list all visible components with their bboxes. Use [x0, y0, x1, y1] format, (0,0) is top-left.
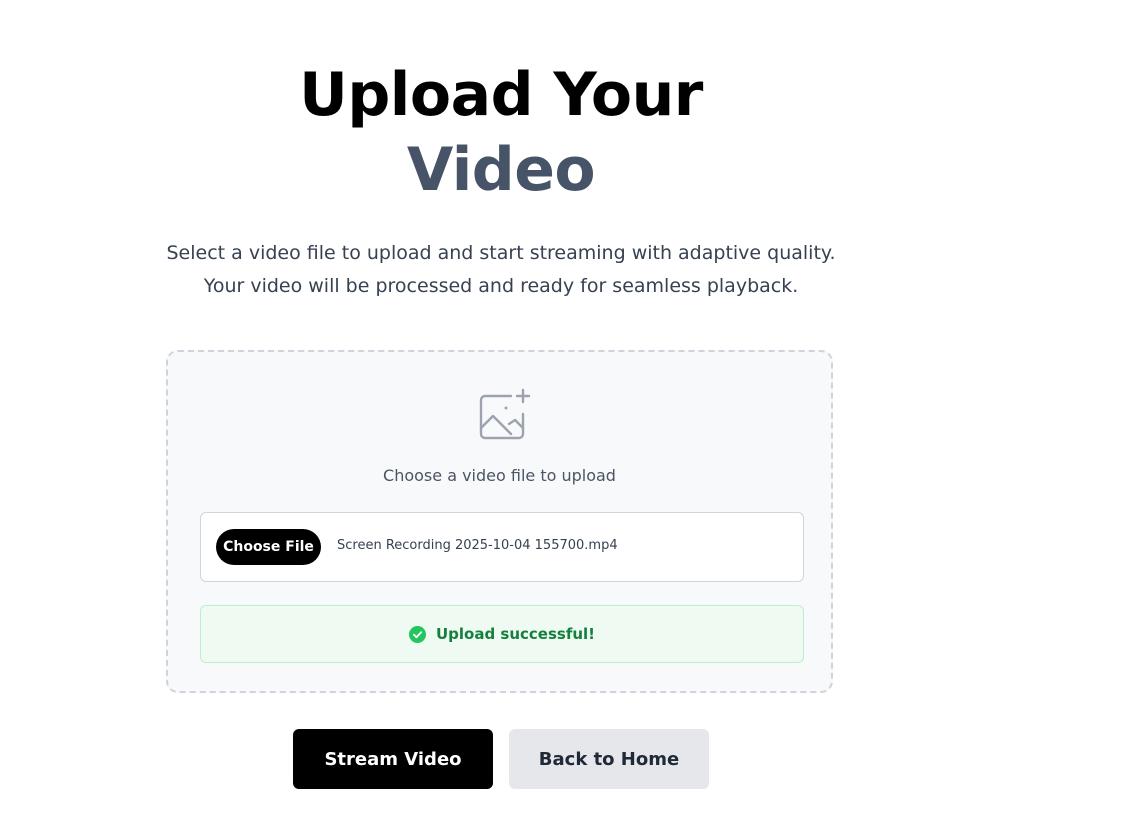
- upload-status-banner: Upload successful!: [200, 605, 804, 663]
- image-plus-icon: [479, 388, 531, 440]
- dropzone-prompt: Choose a video file to upload: [383, 466, 616, 485]
- back-to-home-button[interactable]: Back to Home: [509, 729, 709, 789]
- upload-page: Upload Your Video Select a video file to…: [0, 0, 1122, 837]
- upload-dropzone[interactable]: Choose a video file to upload Choose Fil…: [166, 350, 833, 693]
- page-description: Select a video file to upload and start …: [166, 242, 836, 297]
- choose-file-button[interactable]: Choose File: [216, 529, 321, 565]
- stream-video-button[interactable]: Stream Video: [293, 729, 493, 789]
- upload-status-text: Upload successful!: [435, 625, 596, 643]
- selected-file-name: Screen Recording 2025-10-04 155700.mp4: [337, 538, 618, 553]
- file-input[interactable]: Choose File Screen Recording 2025-10-04 …: [200, 512, 804, 582]
- check-circle-icon: [408, 625, 426, 643]
- page-title-accent: Video: [406, 135, 596, 205]
- page-title: Upload Your: [299, 60, 703, 130]
